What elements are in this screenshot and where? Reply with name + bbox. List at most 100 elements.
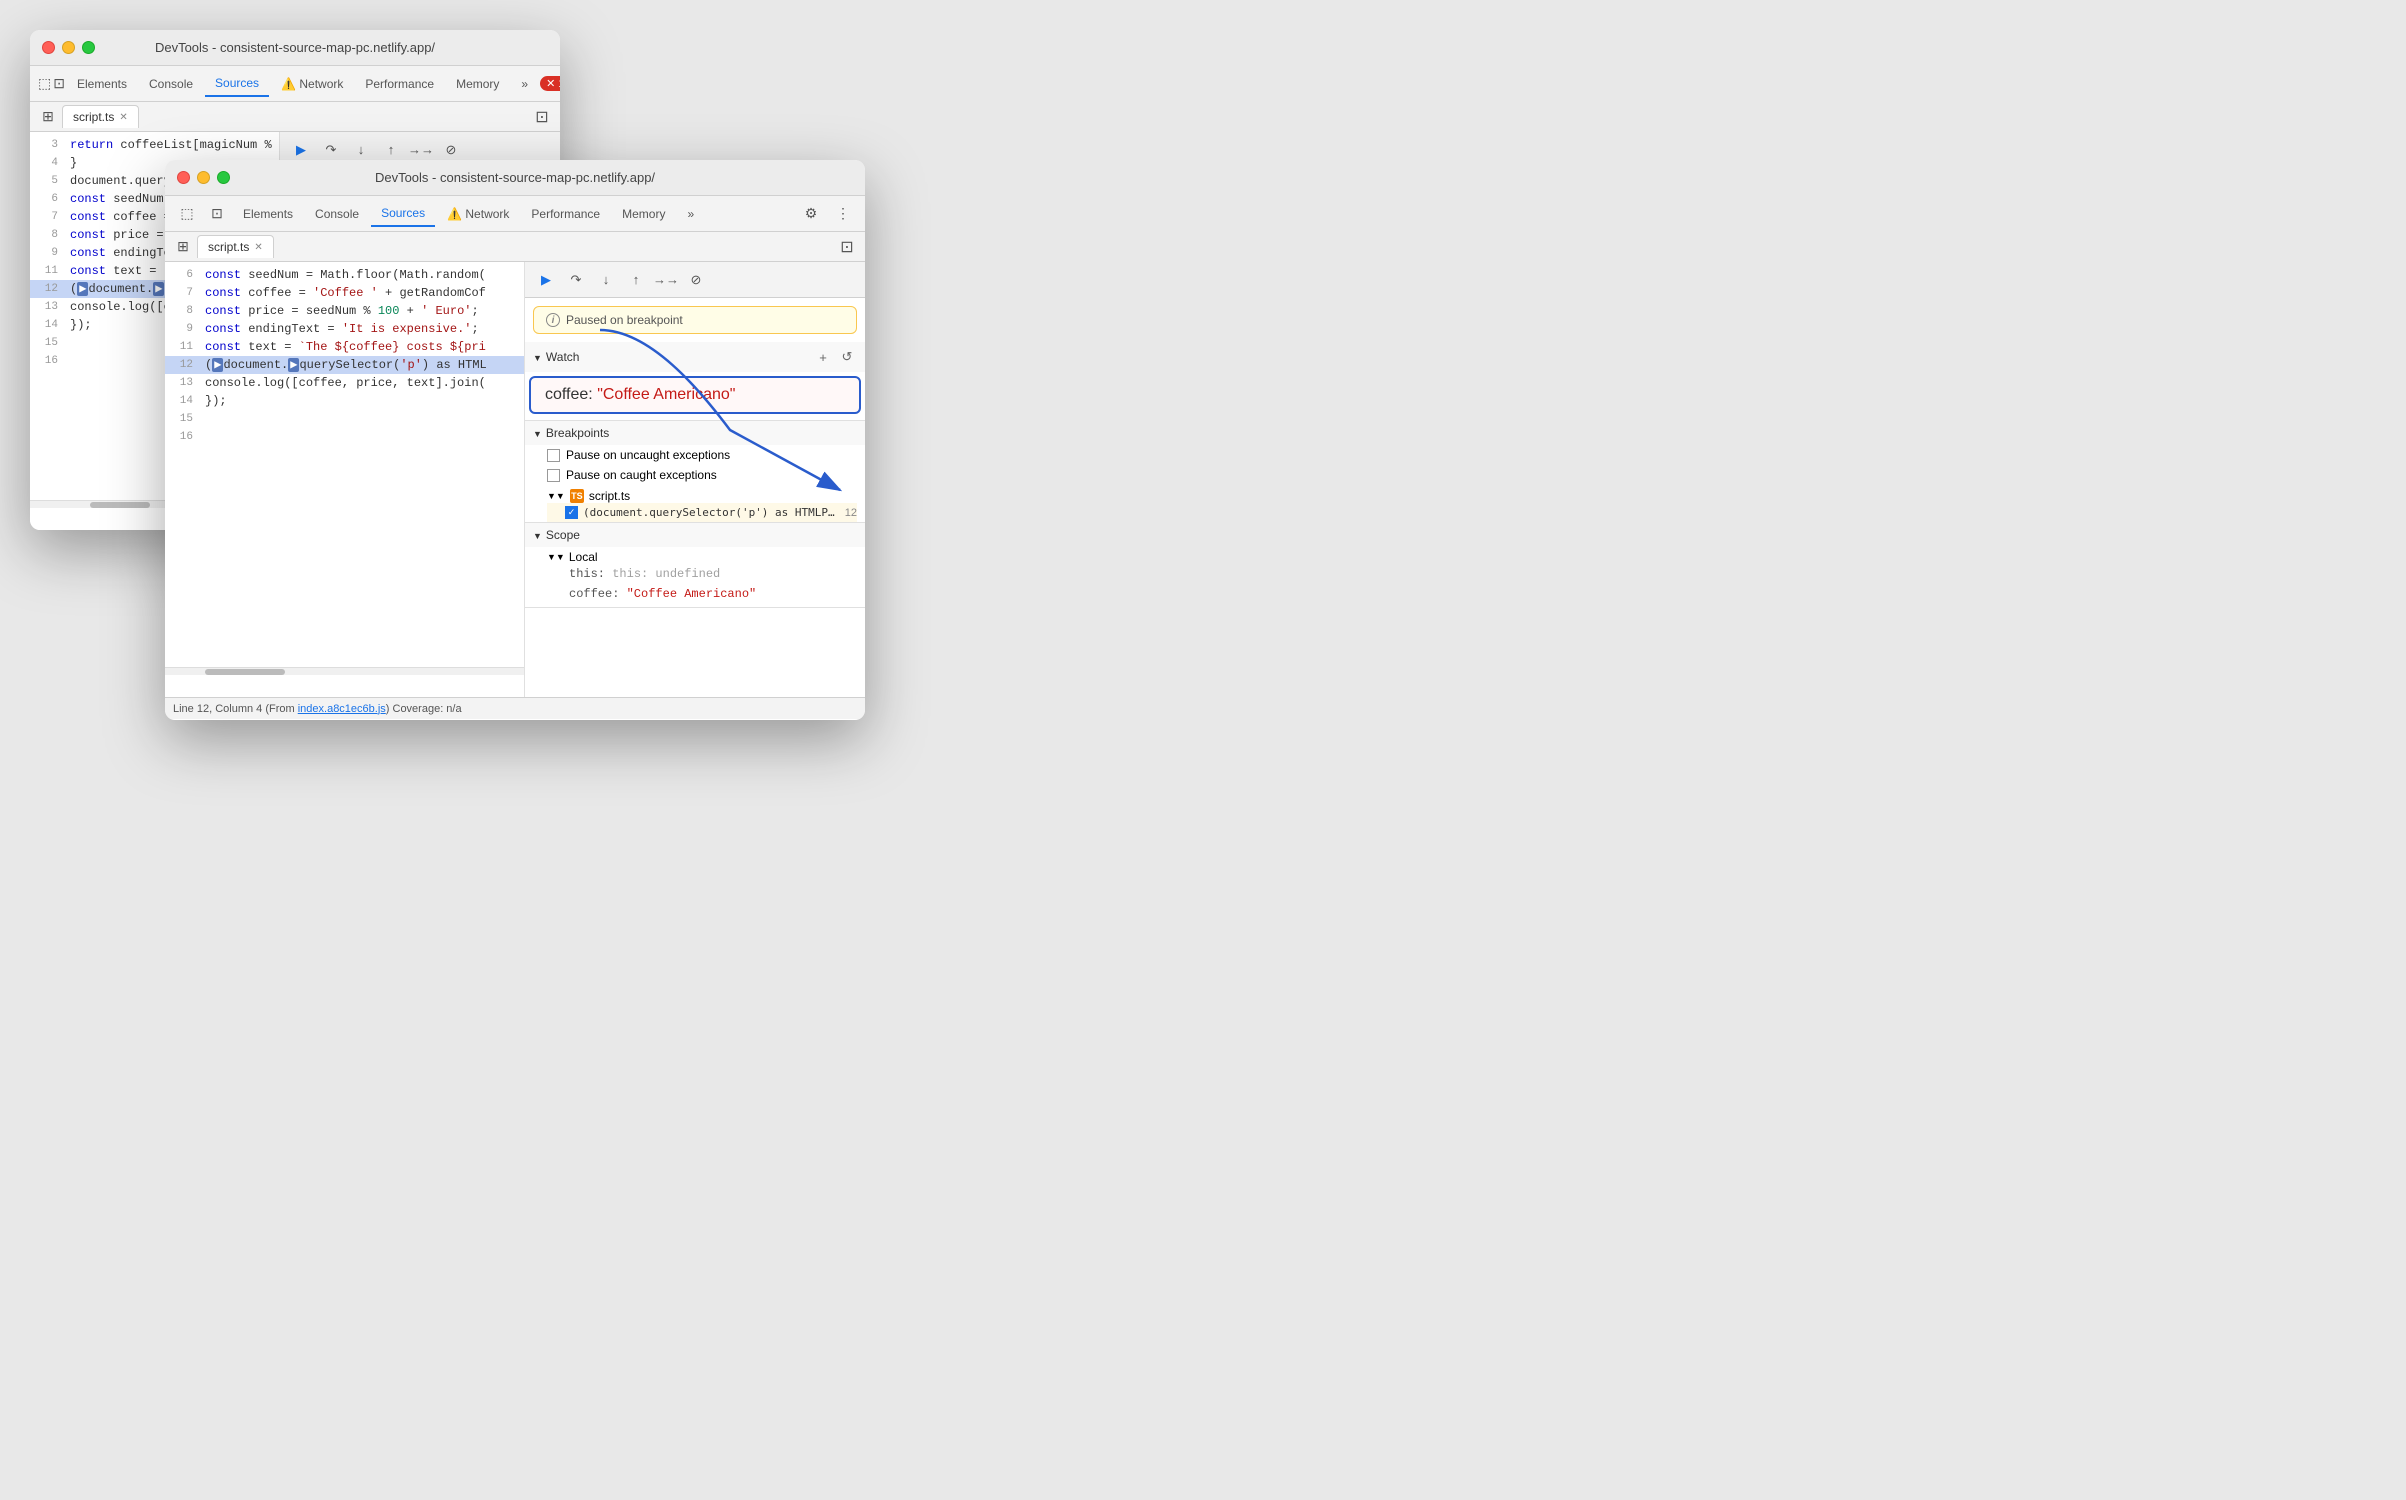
continue-btn-1[interactable]: →→ [408, 137, 434, 163]
step-over-btn-1[interactable]: ↷ [318, 137, 344, 163]
main-area-2: 6 const seedNum = Math.floor(Math.random… [165, 262, 865, 697]
watch-add-btn-2[interactable]: + [813, 347, 833, 367]
minimize-button-2[interactable] [197, 171, 210, 184]
maximize-button-2[interactable] [217, 171, 230, 184]
tab-console-2[interactable]: Console [305, 202, 369, 226]
tab-more-2[interactable]: » [677, 202, 704, 226]
code-lines-2: 6 const seedNum = Math.floor(Math.random… [165, 262, 524, 450]
bp-enabled-checkbox[interactable]: ✓ [565, 506, 578, 519]
bp-line-num: 12 [845, 507, 857, 519]
tab-network-1[interactable]: ⚠️ Network [271, 72, 353, 96]
step-out-btn-1[interactable]: ↑ [378, 137, 404, 163]
tab-network-2[interactable]: ⚠️ Network [437, 202, 519, 226]
step-into-btn-1[interactable]: ↓ [348, 137, 374, 163]
close-button-2[interactable] [177, 171, 190, 184]
device-icon[interactable]: ⊡ [53, 70, 65, 98]
file-tab-script-2[interactable]: script.ts ✕ [197, 235, 274, 258]
code-scrollbar-2[interactable] [165, 667, 524, 675]
code-line: 16 [165, 428, 524, 446]
warning-icon-2: ⚠️ [447, 207, 462, 221]
bp-label-2: Breakpoints [546, 426, 609, 440]
file-tabs-2: ⊞ script.ts ✕ ⊡ [165, 232, 865, 262]
breakpoint-banner-2: i Paused on breakpoint [533, 306, 857, 334]
scrollbar-thumb-1 [90, 502, 150, 508]
window-title-1: DevTools - consistent-source-map-pc.netl… [155, 40, 435, 55]
resume-btn-1[interactable]: ▶ [288, 137, 314, 163]
info-icon-2: i [546, 313, 560, 327]
continue-btn-2[interactable]: →→ [653, 267, 679, 293]
device-icon-2[interactable]: ⊡ [203, 200, 231, 228]
code-line: 14 }); [165, 392, 524, 410]
inspect-icon-2[interactable]: ⬚ [173, 200, 201, 228]
toolbar-icons-2: ⚙ ⋮ [797, 200, 857, 228]
scope-label: Scope [546, 528, 580, 542]
bp-checkbox-uncaught[interactable] [547, 449, 560, 462]
local-header[interactable]: ▼ Local [547, 550, 857, 564]
bp-expand-icon-2 [533, 426, 542, 440]
scope-header[interactable]: Scope [525, 523, 865, 547]
tab-elements-1[interactable]: Elements [67, 72, 137, 96]
deactivate-btn-1[interactable]: ⊘ [438, 137, 464, 163]
file-tab-close-1[interactable]: ✕ [119, 112, 127, 123]
watch-expand-icon-2 [533, 350, 542, 364]
settings-icon-2[interactable]: ⚙ [797, 200, 825, 228]
code-panel-2: 6 const seedNum = Math.floor(Math.random… [165, 262, 525, 697]
tab-performance-1[interactable]: Performance [355, 72, 444, 96]
more-icon-2[interactable]: ⋮ [829, 200, 857, 228]
watch-label-2: Watch [546, 350, 580, 364]
file-nav-icon-1[interactable]: ⊡ [528, 103, 556, 131]
file-nav-icon-2[interactable]: ⊡ [833, 233, 861, 261]
step-over-btn-2[interactable]: ↷ [563, 267, 589, 293]
step-out-btn-2[interactable]: ↑ [623, 267, 649, 293]
scrollbar-thumb-2 [205, 669, 285, 675]
tab-console-1[interactable]: Console [139, 72, 203, 96]
scope-expand-icon [533, 528, 542, 542]
scope-section: Scope ▼ Local this: this: undefined coff… [525, 523, 865, 608]
paused-text-2: Paused on breakpoint [566, 313, 683, 327]
error-badge-1: ✕ 1 [540, 76, 560, 91]
step-into-btn-2[interactable]: ↓ [593, 267, 619, 293]
resume-btn-2[interactable]: ▶ [533, 267, 559, 293]
status-bar-2: Line 12, Column 4 (From index.a8c1ec6b.j… [165, 697, 865, 719]
bp-script-icon: TS [570, 489, 584, 503]
sidebar-toggle-2[interactable]: ⊞ [169, 233, 197, 261]
code-line: 3 return coffeeList[magicNum % c [30, 136, 279, 154]
deactivate-btn-2[interactable]: ⊘ [683, 267, 709, 293]
devtools-tabs-2: ⬚ ⊡ Elements Console Sources ⚠️ Network … [165, 196, 865, 232]
watch-val-2: "Coffee Americano" [597, 386, 735, 403]
tab-more-1[interactable]: » [511, 72, 538, 96]
local-section: ▼ Local this: this: undefined coffee: "C… [525, 547, 865, 607]
breakpoints-header-2[interactable]: Breakpoints [525, 421, 865, 445]
inspect-icon[interactable]: ⬚ [38, 70, 51, 98]
file-tab-close-2[interactable]: ✕ [254, 242, 262, 253]
code-line: 13 console.log([coffee, price, text].joi… [165, 374, 524, 392]
titlebar-2: DevTools - consistent-source-map-pc.netl… [165, 160, 865, 196]
sidebar-toggle-1[interactable]: ⊞ [34, 103, 62, 131]
devtools-window-2: DevTools - consistent-source-map-pc.netl… [165, 160, 865, 720]
toolbar-icons-1: ✕ 1 ⚙ ⋮ [540, 70, 560, 98]
code-line-highlighted-2: 12 (▶document.▶querySelector('p') as HTM… [165, 356, 524, 374]
bp-checkbox-caught[interactable] [547, 469, 560, 482]
debugger-toolbar-2: ▶ ↷ ↓ ↑ →→ ⊘ [525, 262, 865, 298]
bp-breakpoint-item[interactable]: ✓ (document.querySelector('p') as HTMLP…… [547, 503, 857, 522]
watch-header-2[interactable]: Watch + ↺ [525, 342, 865, 372]
tab-memory-2[interactable]: Memory [612, 202, 675, 226]
bp-pause-caught: Pause on caught exceptions [525, 465, 865, 485]
minimize-button-1[interactable] [62, 41, 75, 54]
tab-memory-1[interactable]: Memory [446, 72, 509, 96]
file-tabs-1: ⊞ script.ts ✕ ⊡ [30, 102, 560, 132]
watch-refresh-btn-2[interactable]: ↺ [837, 347, 857, 367]
status-link-2[interactable]: index.a8c1ec6b.js [298, 703, 386, 715]
local-expand-icon: ▼ [547, 552, 565, 562]
tab-sources-2[interactable]: Sources [371, 201, 435, 227]
close-button-1[interactable] [42, 41, 55, 54]
code-line: 7 const coffee = 'Coffee ' + getRandomCo… [165, 284, 524, 302]
maximize-button-1[interactable] [82, 41, 95, 54]
code-line: 9 const endingText = 'It is expensive.'; [165, 320, 524, 338]
tab-performance-2[interactable]: Performance [521, 202, 610, 226]
tab-sources-1[interactable]: Sources [205, 71, 269, 97]
file-tab-script-1[interactable]: script.ts ✕ [62, 105, 139, 128]
tab-elements-2[interactable]: Elements [233, 202, 303, 226]
breakpoints-section-2: Breakpoints Pause on uncaught exceptions… [525, 421, 865, 523]
local-label: Local [569, 550, 598, 564]
